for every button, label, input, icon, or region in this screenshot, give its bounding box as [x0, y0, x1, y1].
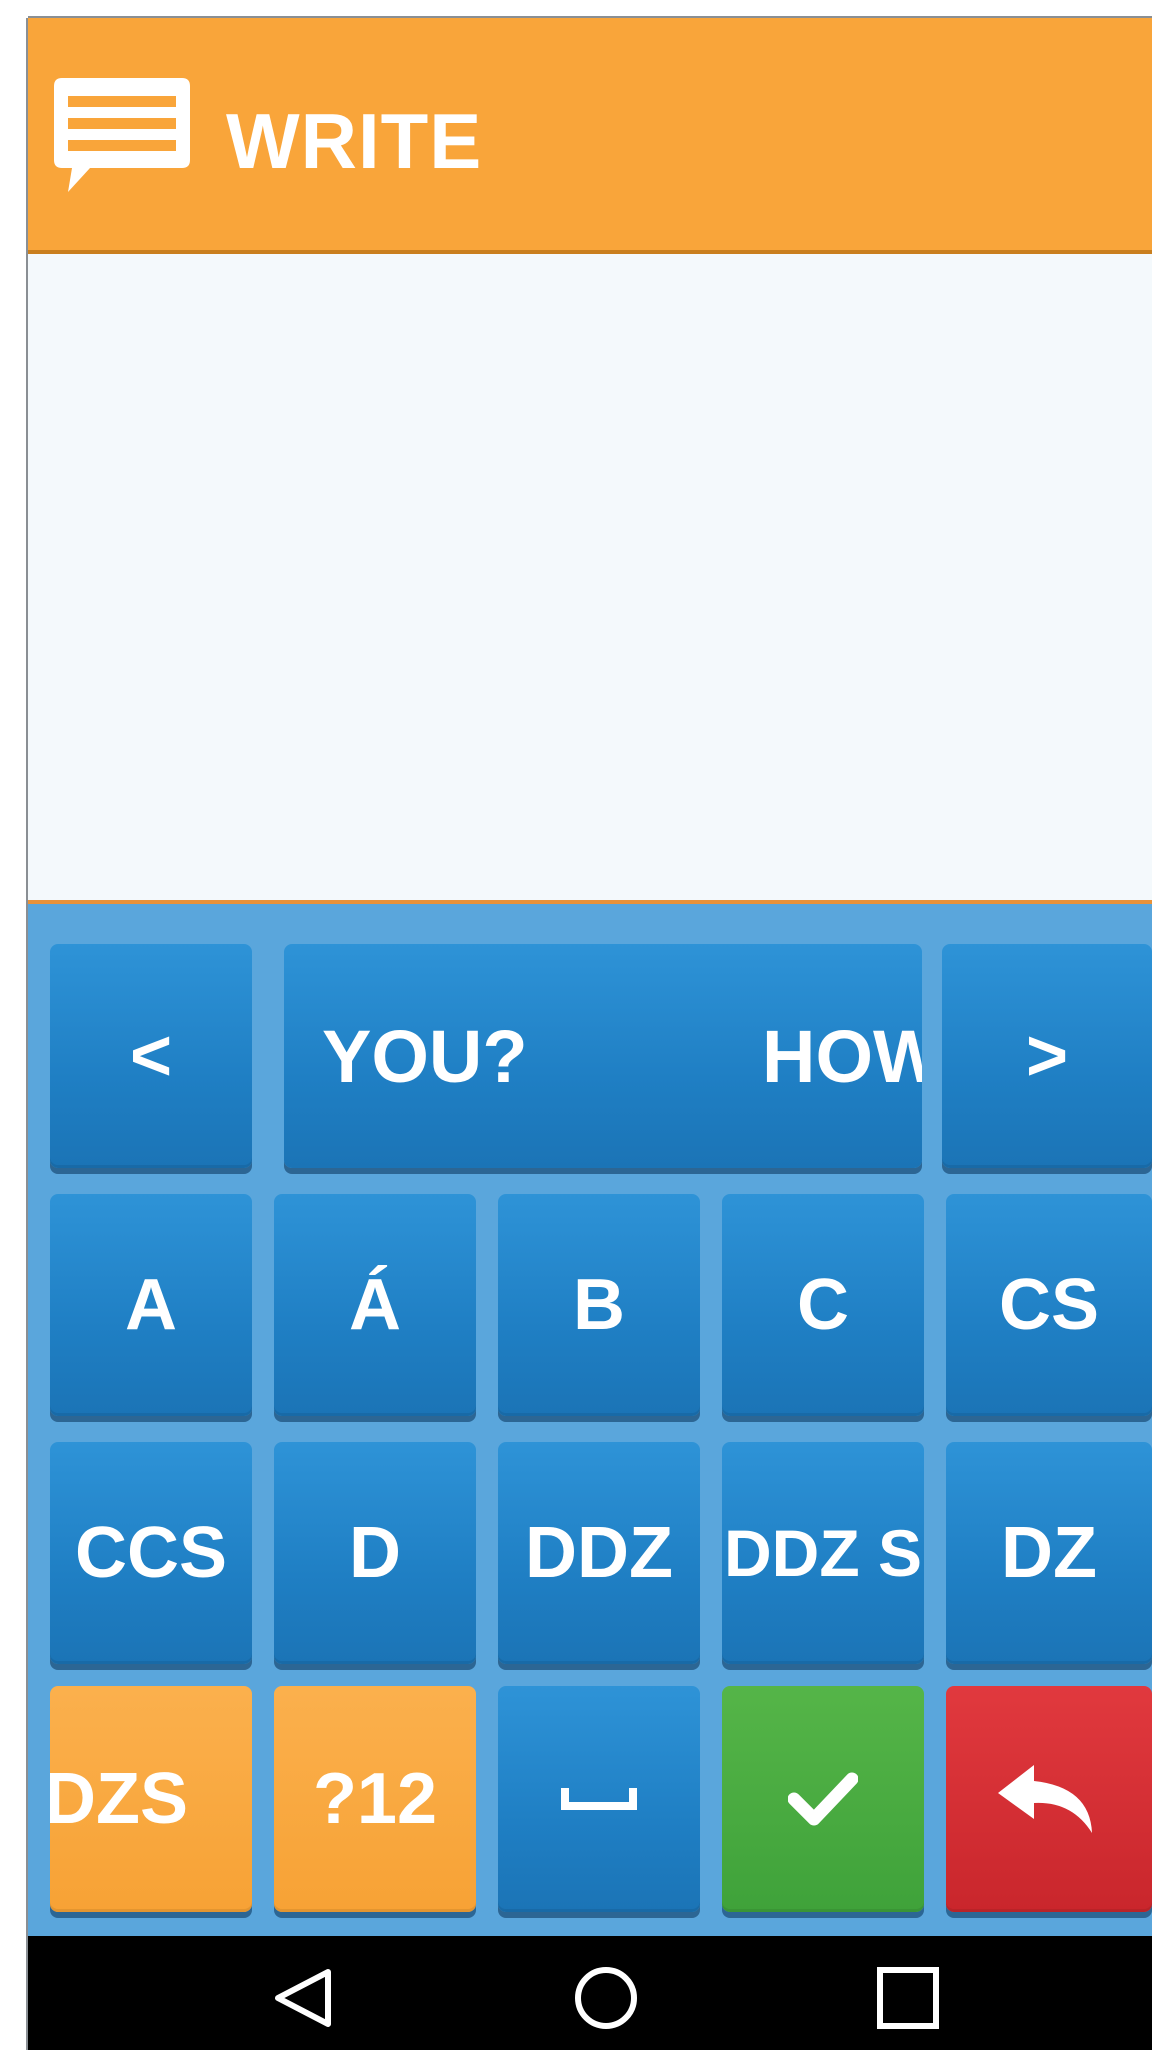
app-header: WRITE — [28, 18, 1152, 254]
key-a[interactable]: A — [50, 1194, 252, 1416]
undo-button[interactable] — [946, 1686, 1152, 1912]
checkmark-icon — [788, 1772, 858, 1826]
key-label: DZS — [50, 1759, 188, 1839]
undo-arrow-icon — [998, 1765, 1092, 1833]
key-d[interactable]: D — [274, 1442, 476, 1664]
suggestion-word[interactable]: YOU? — [322, 944, 528, 1168]
key-ccs[interactable]: CCS — [50, 1442, 252, 1664]
app-window: WRITE < YOU? HOW > A Á B C CS CCS D DDZ … — [28, 18, 1152, 2050]
confirm-button[interactable] — [722, 1686, 924, 1912]
key-label: DZ — [1001, 1513, 1097, 1593]
key-label: DDZ S — [724, 1515, 922, 1590]
next-suggestion-label: > — [1025, 1016, 1069, 1096]
key-label: CS — [998, 1265, 1100, 1345]
key-c[interactable]: C — [722, 1194, 924, 1416]
symbols-key[interactable]: ?12 — [274, 1686, 476, 1912]
key-dzs[interactable]: DZS — [50, 1686, 252, 1912]
key-b[interactable]: B — [498, 1194, 700, 1416]
recents-square-icon[interactable] — [868, 1958, 948, 2038]
prev-suggestion-button[interactable]: < — [50, 944, 252, 1168]
key-label: Á — [349, 1265, 401, 1345]
on-screen-keyboard: < YOU? HOW > A Á B C CS CCS D DDZ DDZ S … — [28, 904, 1152, 1936]
key-label: C — [797, 1265, 849, 1345]
home-circle-icon[interactable] — [566, 1958, 646, 2038]
next-suggestion-button[interactable]: > — [942, 944, 1152, 1168]
suggestion-word[interactable]: HOW — [762, 944, 922, 1168]
chat-bubble-icon — [54, 78, 190, 192]
key-label: DDZ — [525, 1513, 673, 1593]
message-text-area[interactable] — [28, 254, 1152, 900]
space-key[interactable] — [498, 1686, 700, 1912]
key-label: B — [573, 1265, 625, 1345]
space-bar-icon — [561, 1788, 637, 1810]
prev-suggestion-label: < — [129, 1016, 173, 1096]
page-title: WRITE — [226, 97, 483, 185]
key-label: ?12 — [312, 1759, 438, 1839]
back-triangle-icon[interactable] — [264, 1958, 344, 2038]
key-ddz[interactable]: DDZ — [498, 1442, 700, 1664]
key-ddzs[interactable]: DDZ S — [722, 1442, 924, 1664]
key-dz[interactable]: DZ — [946, 1442, 1152, 1664]
key-label: CCS — [74, 1513, 227, 1593]
key-a-acute[interactable]: Á — [274, 1194, 476, 1416]
key-label: A — [125, 1265, 177, 1345]
key-cs[interactable]: CS — [946, 1194, 1152, 1416]
key-label: D — [349, 1513, 401, 1593]
system-navigation-bar — [28, 1936, 1152, 2050]
suggestion-strip: YOU? HOW — [284, 944, 922, 1168]
